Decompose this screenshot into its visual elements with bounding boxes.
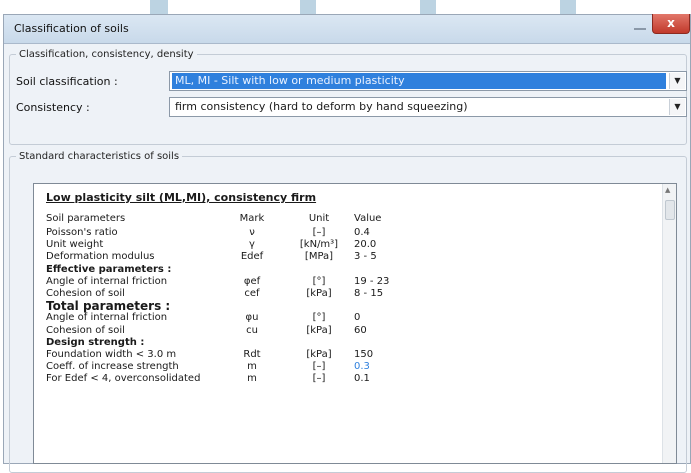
parameter-unit: [–] [312,361,326,373]
characteristics-panel[interactable]: Low plasticity silt (ML,MI), consistency… [33,183,677,464]
background-mark [150,0,168,14]
parameter-unit: [°] [312,275,326,287]
consistency-value: firm consistency (hard to deform by hand… [175,100,468,113]
chevron-down-icon[interactable]: ▼ [669,99,685,115]
soil-classification-label: Soil classification : [16,75,118,88]
parameter-mark: φu [245,312,259,324]
scroll-up-icon[interactable]: ▲ [665,186,670,194]
parameter-unit: [kPa] [306,324,332,336]
parameter-mark: m [247,373,257,385]
classification-group-legend: Classification, consistency, density [19,49,194,60]
parameter-value: 8 - 15 [354,288,384,299]
panel-title: Low plasticity silt (ML,MI), consistency… [46,191,317,204]
parameter-name: Cohesion of soil [46,324,125,336]
parameter-mark: Rdt [243,349,261,360]
panel-scrollbar[interactable]: ▲ [662,184,676,463]
parameter-value: 0.3 [354,361,370,373]
minimize-button[interactable] [634,25,646,30]
chevron-down-icon[interactable]: ▼ [669,73,685,89]
parameter-value: 150 [354,349,374,360]
parameter-name: Design strength : [46,336,145,348]
parameter-value: 60 [354,324,367,336]
background-mark [300,0,316,14]
parameter-value: 0 [354,312,361,324]
column-header-parameters: Soil parameters [46,213,126,224]
parameter-unit: [–] [312,227,326,238]
parameter-value: 0.1 [354,373,370,385]
column-header-value: Value [354,213,382,224]
parameter-unit: [°] [312,312,326,324]
parameter-name: Coeff. of increase strength [46,361,179,373]
parameter-name: Total parameters : [46,299,171,314]
background-mark [560,0,576,14]
parameter-name: Effective parameters : [46,263,172,275]
parameter-name: Poisson's ratio [46,227,118,238]
parameter-value: 0.4 [354,227,370,238]
column-header-mark: Mark [239,213,265,224]
parameter-name: Cohesion of soil [46,288,125,299]
parameter-name: Angle of internal friction [46,312,168,324]
scroll-thumb[interactable] [665,200,675,220]
consistency-select[interactable]: firm consistency (hard to deform by hand… [169,97,687,117]
soil-classification-value: ML, MI - Silt with low or medium plastic… [172,73,666,89]
parameter-mark: cu [246,324,258,336]
parameter-unit: [–] [312,373,326,385]
parameter-unit: [kN/m³] [299,239,339,251]
parameter-name: Deformation modulus [46,251,155,263]
parameter-mark: m [247,361,257,373]
consistency-label: Consistency : [16,101,90,114]
close-button[interactable]: x [652,14,690,34]
parameter-unit: [MPa] [304,251,334,263]
parameter-value: 20.0 [354,239,377,251]
column-header-unit: Unit [308,213,330,224]
parameter-name: Foundation width < 3.0 m [46,349,177,360]
background-mark [420,0,436,14]
soil-classification-select[interactable]: ML, MI - Silt with low or medium plastic… [169,71,687,91]
title-bar[interactable]: Classification of soils x [4,14,690,44]
parameter-unit: [kPa] [306,349,332,360]
parameter-mark: γ [249,239,255,251]
parameter-mark: φef [243,275,261,287]
parameter-name: Angle of internal friction [46,275,168,287]
window-title: Classification of soils [14,22,129,35]
parameter-value: 19 - 23 [354,275,390,287]
parameter-mark: Edef [240,251,264,263]
parameter-value: 3 - 5 [354,251,377,263]
parameter-name: For Edef < 4, overconsolidated [46,373,201,385]
parameter-mark: cef [244,288,260,299]
parameter-unit: [kPa] [306,288,332,299]
parameter-name: Unit weight [46,239,104,251]
parameter-mark: ν [249,227,255,238]
standard-group-legend: Standard characteristics of soils [19,151,180,162]
